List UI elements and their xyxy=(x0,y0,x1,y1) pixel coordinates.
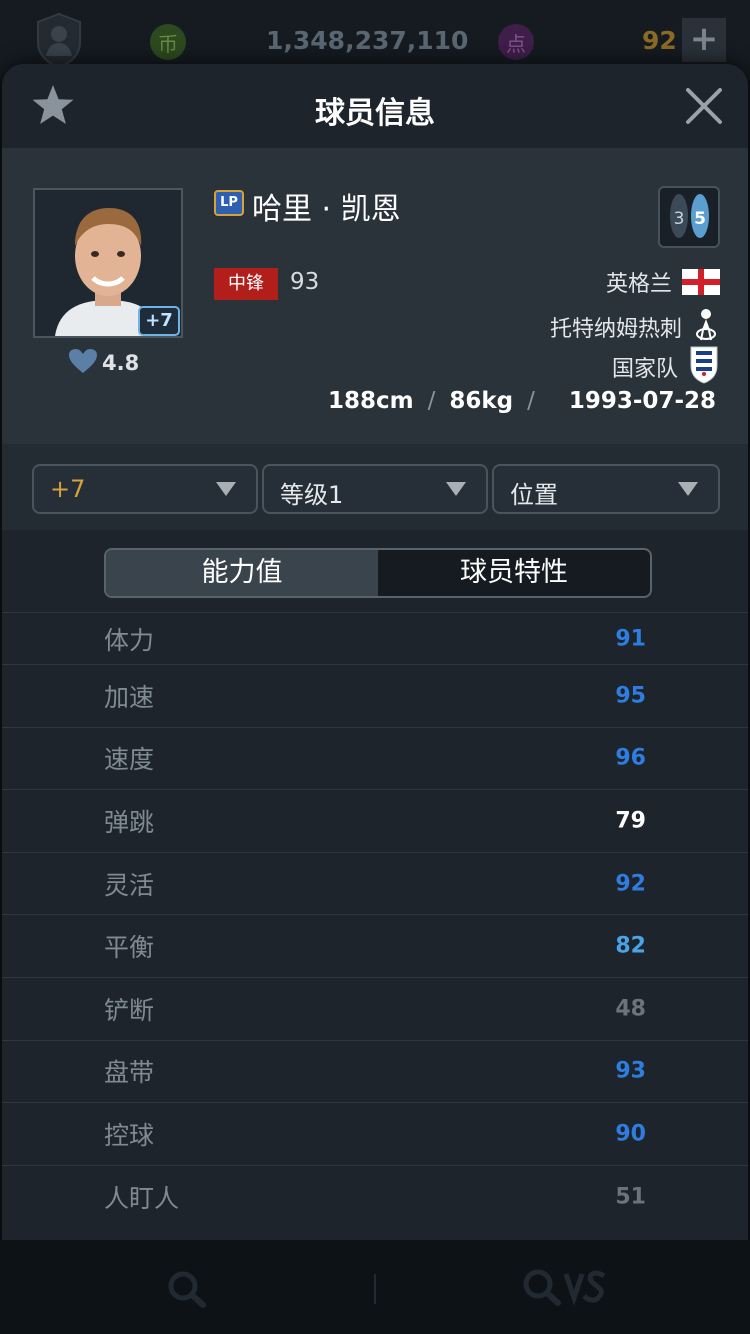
position-badge: 中锋 xyxy=(214,268,278,300)
stat-value: 79 xyxy=(615,808,646,834)
tab-traits[interactable]: 球员特性 xyxy=(378,550,650,596)
search-icon[interactable] xyxy=(165,1270,209,1314)
rating-value: 4.8 xyxy=(102,351,140,375)
player-info-modal: 球员信息 +7 4.8 LP 哈里 · 凯恩 3 5 中锋 93 英格兰 托特纳… xyxy=(2,64,748,1272)
stat-row: 加速 95 xyxy=(2,664,748,727)
stat-row: 控球 90 xyxy=(2,1102,748,1165)
add-points-button[interactable]: + xyxy=(682,18,726,62)
right-foot-value: 5 xyxy=(694,209,706,229)
tab-bar: 能力值 球员特性 xyxy=(104,548,652,598)
divider xyxy=(374,1274,376,1304)
birthdate-value: 1993-07-28 xyxy=(568,388,716,414)
stat-row: 体力 91 xyxy=(2,612,748,664)
point-icon: 点 xyxy=(498,24,534,60)
player-name: 哈里 · 凯恩 xyxy=(252,192,401,227)
stat-row: 盘带 93 xyxy=(2,1039,748,1103)
stat-name: 人盯人 xyxy=(104,1183,180,1213)
stat-name: 弹跳 xyxy=(104,807,155,837)
stat-value: 91 xyxy=(615,626,646,651)
upgrade-level-value: +7 xyxy=(50,475,86,503)
england-flag-icon xyxy=(682,269,720,295)
stat-name: 体力 xyxy=(104,625,155,655)
manager-avatar-icon[interactable] xyxy=(34,12,84,69)
club-label: 托特纳姆热刺 xyxy=(549,317,682,342)
stat-value: 90 xyxy=(615,1121,646,1147)
stat-value: 96 xyxy=(615,745,646,771)
club-row: 托特纳姆热刺 xyxy=(550,306,720,348)
chevron-down-icon xyxy=(446,482,466,496)
national-team-row: 国家队 xyxy=(612,344,720,390)
stat-value: 92 xyxy=(615,871,646,897)
stat-name: 速度 xyxy=(104,745,155,775)
stat-name: 加速 xyxy=(104,682,155,712)
tottenham-crest-icon xyxy=(692,306,720,348)
position-dropdown[interactable]: 位置 xyxy=(492,464,720,514)
heart-icon xyxy=(68,348,98,378)
body-info: 188cm / 86kg / 1993-07-28 xyxy=(328,388,716,414)
foot-rating-boots-icon: 3 5 xyxy=(658,186,720,248)
stats-list[interactable]: 体力 91 加速 95 速度 96 弹跳 79 灵活 92 平衡 82 铲断 48 盘带 93 控球 90 人盯人 5… xyxy=(2,612,748,1227)
stat-value: 95 xyxy=(615,683,646,709)
stat-row: 人盯人 51 xyxy=(2,1164,748,1228)
position-value: 位置 xyxy=(510,481,558,509)
tab-abilities[interactable]: 能力值 xyxy=(106,550,378,596)
separator: / xyxy=(527,388,535,414)
chevron-down-icon xyxy=(678,482,698,496)
stat-name: 盘带 xyxy=(104,1058,155,1088)
grade-dropdown[interactable]: 等级1 xyxy=(262,464,488,514)
page: 币 1,348,237,110 点 92 + 球员信息 +7 4.8 LP 哈里… xyxy=(0,0,750,1334)
chevron-down-icon xyxy=(216,482,236,496)
point-balance: 92 xyxy=(642,26,677,55)
bottom-nav xyxy=(0,1240,750,1334)
close-icon[interactable] xyxy=(682,84,726,128)
stat-value: 48 xyxy=(615,996,646,1022)
coin-balance: 1,348,237,110 xyxy=(266,26,469,55)
stat-row: 弹跳 79 xyxy=(2,789,748,852)
upgrade-level-badge: +7 xyxy=(138,306,180,336)
stat-row: 灵活 92 xyxy=(2,851,748,915)
stat-value: 93 xyxy=(615,1058,646,1084)
modal-header: 球员信息 xyxy=(2,64,748,148)
stat-name: 平衡 xyxy=(104,933,155,963)
stat-name: 灵活 xyxy=(104,870,155,900)
player-info-panel: +7 4.8 LP 哈里 · 凯恩 3 5 中锋 93 英格兰 托特纳姆热刺 国… xyxy=(2,148,748,444)
position-overall: 93 xyxy=(290,269,320,295)
modal-title: 球员信息 xyxy=(315,96,435,131)
grade-value: 等级1 xyxy=(280,481,344,509)
height-value: 188cm xyxy=(327,388,414,414)
stat-value: 51 xyxy=(615,1184,646,1210)
stat-name: 铲断 xyxy=(104,995,155,1025)
national-team-label: 国家队 xyxy=(611,357,678,382)
stat-name: 控球 xyxy=(104,1120,155,1150)
weight-value: 86kg xyxy=(449,388,514,414)
england-fa-crest-icon xyxy=(688,344,720,390)
upgrade-level-dropdown[interactable]: +7 xyxy=(32,464,258,514)
player-rating: 4.8 xyxy=(68,348,139,378)
left-foot-value: 3 xyxy=(674,209,685,229)
search-vs-icon[interactable] xyxy=(520,1268,610,1312)
filter-row: +7 等级1 位置 xyxy=(2,444,748,530)
separator: / xyxy=(427,388,436,414)
nation-row: 英格兰 xyxy=(606,266,720,298)
lp-season-badge: LP xyxy=(214,190,244,216)
coin-icon: 币 xyxy=(150,24,186,60)
stat-row: 铲断 48 xyxy=(2,976,748,1040)
stat-value: 82 xyxy=(615,933,646,959)
nation-label: 英格兰 xyxy=(605,272,672,297)
stat-row: 平衡 82 xyxy=(2,914,748,977)
stat-row: 速度 96 xyxy=(2,726,748,790)
